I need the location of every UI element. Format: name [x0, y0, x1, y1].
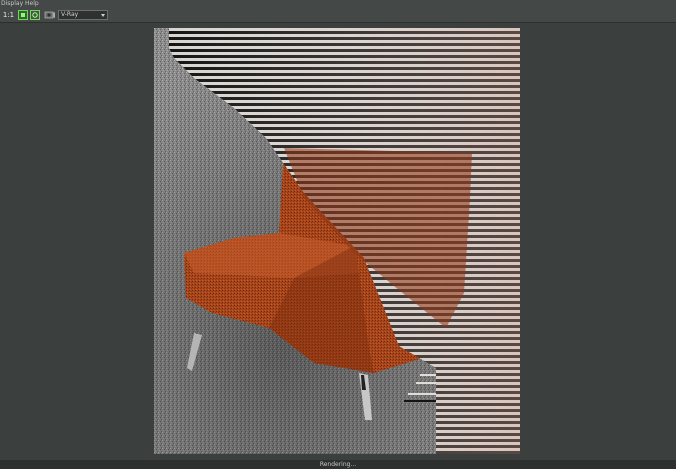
- status-text: Rendering...: [319, 461, 357, 468]
- menu-bar: Display Help: [0, 0, 676, 8]
- renderer-select-value: V-Ray: [61, 11, 79, 18]
- region-render-icon: [30, 10, 40, 20]
- zoom-fit-icon: [18, 10, 28, 20]
- status-bar: Rendering...: [0, 460, 676, 469]
- zoom-fit-button[interactable]: [18, 10, 28, 20]
- region-render-button[interactable]: [30, 10, 40, 20]
- chevron-down-icon: [101, 14, 105, 17]
- menu-display[interactable]: Display: [1, 0, 23, 8]
- renderer-select[interactable]: V-Ray: [58, 10, 108, 20]
- snapshot-button[interactable]: [44, 10, 55, 20]
- menu-help[interactable]: Help: [25, 0, 39, 8]
- render-image[interactable]: [154, 28, 520, 454]
- render-viewport: [0, 23, 676, 460]
- camera-icon: [44, 11, 55, 19]
- render-image-canvas: [154, 28, 520, 454]
- ratio-button[interactable]: 1:1: [2, 10, 15, 20]
